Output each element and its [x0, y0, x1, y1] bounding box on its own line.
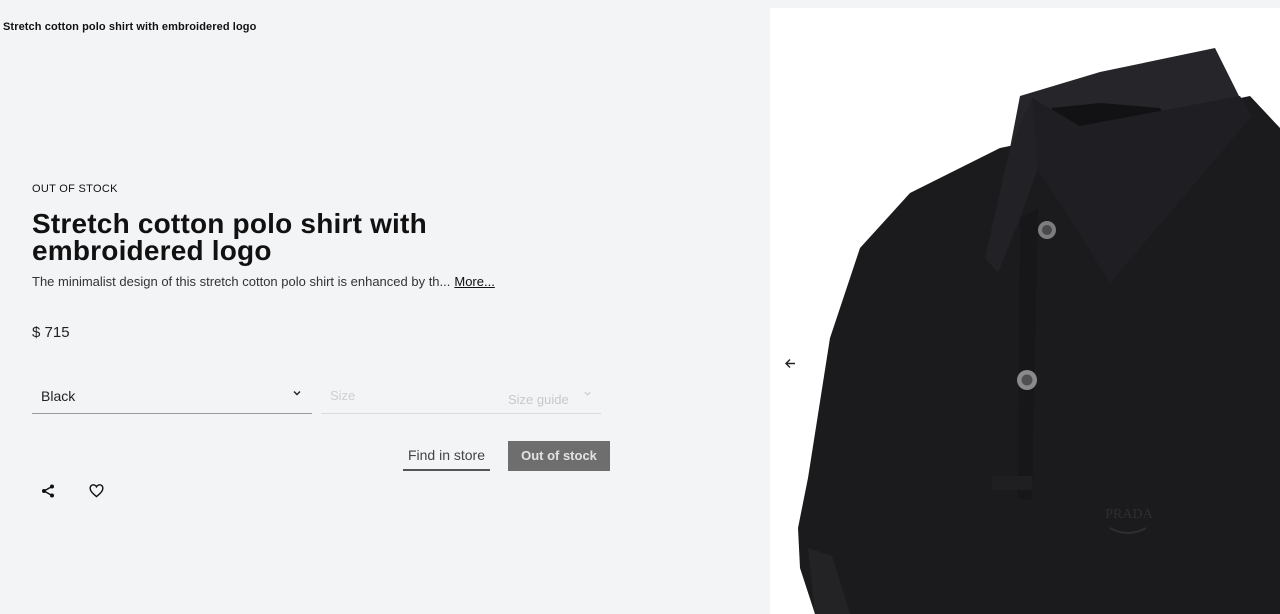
- chevron-down-icon: [293, 391, 301, 396]
- page-heading: Stretch cotton polo shirt with embroider…: [3, 21, 257, 33]
- share-icon[interactable]: [40, 483, 56, 499]
- embroidered-logo: PRADA: [1105, 507, 1153, 522]
- product-image: PRADA: [798, 48, 1280, 614]
- out-of-stock-button[interactable]: Out of stock: [508, 441, 610, 471]
- size-guide-link[interactable]: Size guide: [508, 392, 569, 407]
- product-price: $ 715: [32, 324, 70, 341]
- product-description: The minimalist design of this stretch co…: [32, 274, 495, 289]
- product-image-gallery: PRADA: [770, 8, 1280, 614]
- color-select[interactable]: Black: [32, 380, 312, 414]
- heart-icon[interactable]: [88, 482, 105, 499]
- stock-status-label: OUT OF STOCK: [32, 183, 118, 195]
- more-link[interactable]: More...: [454, 274, 494, 289]
- chevron-down-icon: [584, 391, 591, 396]
- color-select-value: Black: [41, 388, 76, 404]
- find-in-store-button[interactable]: Find in store: [403, 441, 490, 471]
- description-text: The minimalist design of this stretch co…: [32, 274, 451, 289]
- size-select[interactable]: Size Size guide: [321, 380, 601, 414]
- arrow-left-icon[interactable]: [784, 357, 797, 370]
- size-select-placeholder: Size: [330, 388, 356, 403]
- product-title: Stretch cotton polo shirt with embroider…: [32, 208, 427, 266]
